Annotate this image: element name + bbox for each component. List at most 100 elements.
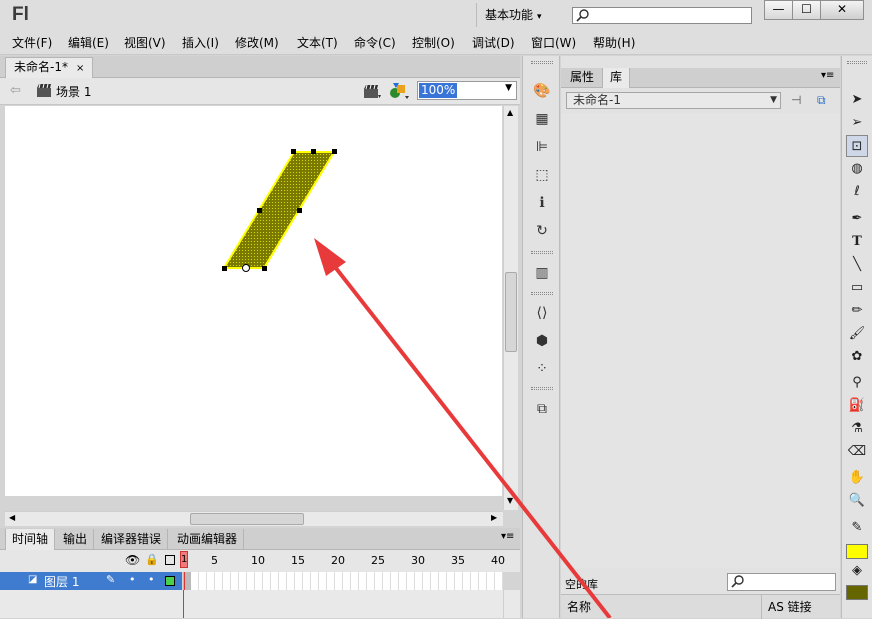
document-tab[interactable]: 未命名-1* × — [5, 57, 94, 78]
workspace-switcher[interactable]: 基本功能 ▾ — [476, 3, 560, 27]
tab-motion-editor[interactable]: 动画编辑器 — [171, 529, 245, 550]
pin-icon[interactable]: ⊣ — [791, 93, 801, 107]
components-panel-icon[interactable]: ⬢ — [532, 331, 552, 351]
layer-color-box[interactable] — [165, 576, 175, 586]
close-window-button[interactable]: ✕ — [820, 0, 864, 20]
panel-menu-icon[interactable]: ▾≡ — [821, 70, 834, 81]
frame-track[interactable] — [183, 572, 503, 590]
eyedropper-icon[interactable]: ⚗ — [846, 418, 868, 440]
deco-icon[interactable]: ✿ — [846, 346, 868, 368]
minimize-button[interactable]: — — [764, 0, 793, 20]
scene-label: 场景 1 — [56, 85, 92, 99]
scroll-down-icon[interactable]: ▼ — [507, 496, 513, 505]
selection-arrow-icon[interactable]: ➤ — [846, 89, 868, 111]
menu-view[interactable]: 视图(V) — [124, 34, 166, 52]
stage-vertical-scrollbar[interactable]: ▲ ▼ — [503, 106, 518, 510]
library-document-select[interactable]: 未命名-1 ▼ — [566, 92, 781, 109]
panel-grip[interactable] — [531, 292, 553, 295]
pen-icon[interactable]: ✒ — [846, 208, 868, 230]
menu-edit[interactable]: 编辑(E) — [68, 34, 109, 52]
vertical-scroll-thumb[interactable] — [505, 272, 517, 352]
eraser-icon[interactable]: ⌫ — [846, 441, 868, 463]
tab-output[interactable]: 输出 — [57, 529, 95, 550]
playhead[interactable]: 1 — [180, 551, 188, 568]
new-library-panel-icon[interactable]: ⧉ — [817, 93, 826, 108]
back-arrow-icon[interactable]: ⇦ — [10, 83, 21, 98]
menu-window[interactable]: 窗口(W) — [531, 34, 576, 52]
transform-panel-icon[interactable]: ⬚ — [532, 165, 552, 185]
pencil-icon[interactable]: ✏ — [846, 300, 868, 322]
subselection-icon[interactable]: ➢ — [846, 112, 868, 134]
code-snippets-icon[interactable]: ⟨⟩ — [532, 303, 552, 323]
chevron-down-icon: ▼ — [505, 83, 512, 93]
menu-commands[interactable]: 命令(C) — [354, 34, 396, 52]
project-panel-icon[interactable]: ⧉ — [532, 399, 552, 419]
edit-scene-icon[interactable] — [362, 82, 382, 100]
column-as-linkage[interactable]: AS 链接 — [768, 598, 812, 615]
menu-insert[interactable]: 插入(I) — [182, 34, 219, 52]
brush-icon[interactable]: 🖌 — [846, 323, 868, 345]
lock-icon[interactable]: 🔒 — [145, 553, 159, 566]
panel-grip[interactable] — [531, 387, 553, 390]
library-search-input[interactable] — [727, 573, 836, 591]
color-panel-icon[interactable]: 🎨 — [532, 81, 552, 101]
line-icon[interactable]: ╲ — [846, 254, 868, 276]
menu-help[interactable]: 帮助(H) — [593, 34, 635, 52]
timeline-scrollbar[interactable] — [503, 590, 518, 618]
lasso-icon[interactable]: ℓ — [846, 181, 868, 203]
panel-grip[interactable] — [847, 61, 867, 64]
scroll-up-icon[interactable]: ▲ — [507, 108, 513, 117]
history-panel-icon[interactable]: ↻ — [532, 221, 552, 241]
tab-library[interactable]: 库 — [602, 68, 631, 88]
swatches-panel-icon[interactable]: ▦ — [532, 109, 552, 129]
menu-control[interactable]: 控制(O) — [412, 34, 455, 52]
horizontal-scroll-thumb[interactable] — [190, 513, 304, 525]
fill-color-swatch[interactable] — [846, 585, 868, 600]
panel-grip[interactable] — [531, 251, 553, 254]
timeline-header: 👁 🔒 1 5 10 15 20 25 30 35 40 — [0, 550, 520, 572]
tab-compiler-errors[interactable]: 编译器错误 — [95, 529, 169, 550]
menu-debug[interactable]: 调试(D) — [472, 34, 515, 52]
tab-properties[interactable]: 属性 — [563, 68, 601, 88]
column-name[interactable]: 名称 — [567, 598, 591, 615]
outline-icon[interactable] — [165, 555, 175, 565]
stroke-color-swatch[interactable] — [846, 544, 868, 559]
zoom-select[interactable]: 100% ▼ — [417, 81, 517, 100]
parallelogram-shape[interactable] — [222, 151, 336, 269]
layer-name[interactable]: 图层 1 — [44, 573, 79, 590]
info-panel-icon[interactable]: ℹ — [532, 193, 552, 213]
frame-number: 15 — [291, 554, 305, 567]
menu-text[interactable]: 文本(T) — [297, 34, 338, 52]
zoom-icon[interactable]: 🔍 — [846, 490, 868, 512]
layer-icon: ◪ — [28, 574, 38, 585]
bone-icon[interactable]: ⚲ — [846, 372, 868, 394]
help-search-input[interactable] — [572, 7, 752, 24]
panel-grip[interactable] — [531, 61, 553, 64]
hand-icon[interactable]: ✋ — [846, 467, 868, 489]
edit-symbols-icon[interactable] — [388, 81, 410, 101]
stage[interactable] — [5, 106, 502, 496]
paint-bucket-icon[interactable]: ⛽ — [846, 395, 868, 417]
menu-file[interactable]: 文件(F) — [12, 34, 52, 52]
free-transform-icon[interactable]: ⊡ — [846, 135, 868, 157]
maximize-button[interactable]: ☐ — [792, 0, 821, 20]
3d-rotation-icon[interactable]: ◍ — [846, 158, 868, 180]
fill-bucket-icon: ◈ — [852, 563, 862, 578]
tab-timeline[interactable]: 时间轴 — [5, 529, 56, 550]
visibility-dot[interactable]: • — [129, 573, 136, 586]
panel-menu-icon[interactable]: ▾≡ — [501, 531, 514, 542]
component-library-icon[interactable]: ▥ — [532, 263, 552, 283]
text-icon[interactable]: T — [846, 231, 868, 253]
lock-dot[interactable]: • — [148, 573, 155, 586]
rectangle-icon[interactable]: ▭ — [846, 277, 868, 299]
stage-horizontal-scrollbar[interactable]: ◀ ▶ — [5, 511, 503, 526]
motion-presets-icon[interactable]: ⁘ — [532, 359, 552, 379]
menu-modify[interactable]: 修改(M) — [235, 34, 279, 52]
eye-icon[interactable]: 👁 — [125, 553, 140, 567]
layer-row[interactable]: ◪ 图层 1 ✎ • • — [0, 572, 182, 590]
close-tab-icon[interactable]: × — [76, 63, 84, 74]
scroll-left-icon[interactable]: ◀ — [9, 513, 15, 522]
scroll-right-icon[interactable]: ▶ — [491, 513, 497, 522]
align-panel-icon[interactable]: ⊫ — [532, 137, 552, 157]
workspace-label: 基本功能 — [485, 8, 534, 22]
